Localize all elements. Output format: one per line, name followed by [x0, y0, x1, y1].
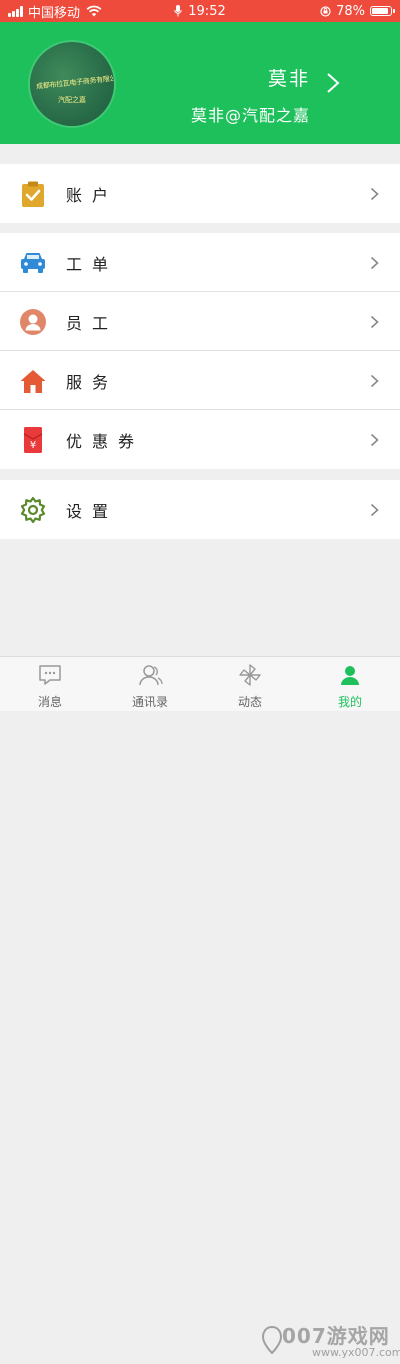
signal-icon [8, 5, 23, 17]
menu-item-account[interactable]: 账户 [0, 164, 400, 223]
contacts-icon [139, 665, 163, 686]
orientation-lock-icon [320, 5, 331, 17]
home-icon [20, 370, 46, 393]
clipboard-check-icon [22, 181, 44, 207]
tab-messages[interactable]: 消息 [0, 657, 100, 711]
wifi-icon [86, 5, 102, 17]
battery-percent: 78% [336, 3, 365, 19]
chevron-right-icon [370, 187, 379, 201]
person-icon [20, 309, 46, 335]
avatar-brand-text: 汽配之嘉 [58, 96, 86, 104]
status-bar: 中国移动 19:52 78% [0, 0, 400, 22]
menu-item-label: 优惠券 [66, 432, 145, 451]
tab-label: 动态 [237, 695, 262, 709]
menu-item-label: 工单 [66, 255, 119, 274]
menu-item-coupon[interactable]: ¥ 优惠券 [0, 410, 400, 469]
profile-name: 莫非 [267, 68, 310, 90]
profile-icon [341, 666, 359, 685]
tab-profile[interactable]: 我的 [300, 657, 400, 711]
menu-item-label: 账户 [66, 186, 119, 205]
carrier-label: 中国移动 [28, 5, 81, 21]
car-icon [21, 253, 45, 273]
status-time: 19:52 [188, 3, 226, 19]
svg-text:¥: ¥ [30, 440, 36, 451]
tab-label: 我的 [337, 695, 362, 709]
menu-item-staff[interactable]: 员工 [0, 292, 400, 351]
avatar[interactable]: 成都布拉瓦电子商务有限公司 汽配之嘉 [30, 42, 114, 126]
bottom-tab-bar: 消息 通讯录 动态 我的 007游戏网 www.yx007.com [0, 656, 400, 1359]
pinwheel-icon [239, 664, 261, 686]
menu-group-business: 工单 员工 服务 ¥ 优惠券 [0, 233, 400, 469]
menu-item-settings[interactable]: 设置 [0, 480, 400, 539]
menu-item-service[interactable]: 服务 [0, 351, 400, 410]
avatar-company-text: 成都布拉瓦电子商务有限公司 [35, 73, 114, 91]
coupon-icon: ¥ [23, 427, 43, 453]
menu-group-account: 账户 [0, 164, 400, 223]
battery-icon [370, 6, 395, 16]
watermark-brand: 007游戏网 [282, 1324, 390, 1348]
tab-label: 消息 [37, 695, 62, 709]
watermark-domain: www.yx007.com [312, 1346, 400, 1359]
tab-label: 通讯录 [131, 695, 168, 709]
tab-moments[interactable]: 动态 [200, 657, 300, 711]
tab-contacts[interactable]: 通讯录 [100, 657, 200, 711]
watermark-logo-icon [262, 1326, 282, 1354]
chevron-right-icon [370, 503, 379, 517]
chevron-right-icon [370, 256, 379, 270]
chevron-right-icon[interactable] [326, 72, 340, 94]
menu-item-label: 员工 [66, 314, 119, 333]
watermark: 007游戏网 www.yx007.com [262, 1318, 400, 1364]
chevron-right-icon [370, 315, 379, 329]
microphone-icon [174, 5, 182, 17]
gear-icon [20, 496, 46, 524]
message-icon [39, 665, 61, 685]
chevron-right-icon [370, 433, 379, 447]
menu-item-label: 服务 [66, 373, 119, 392]
chevron-right-icon [370, 374, 379, 388]
menu-item-label: 设置 [66, 502, 119, 521]
menu-group-settings: 设置 [0, 480, 400, 539]
profile-header[interactable]: 成都布拉瓦电子商务有限公司 汽配之嘉 莫非 莫非@汽配之嘉 [0, 22, 400, 144]
profile-subtitle: 莫非@汽配之嘉 [190, 106, 310, 125]
menu-item-work-order[interactable]: 工单 [0, 233, 400, 292]
